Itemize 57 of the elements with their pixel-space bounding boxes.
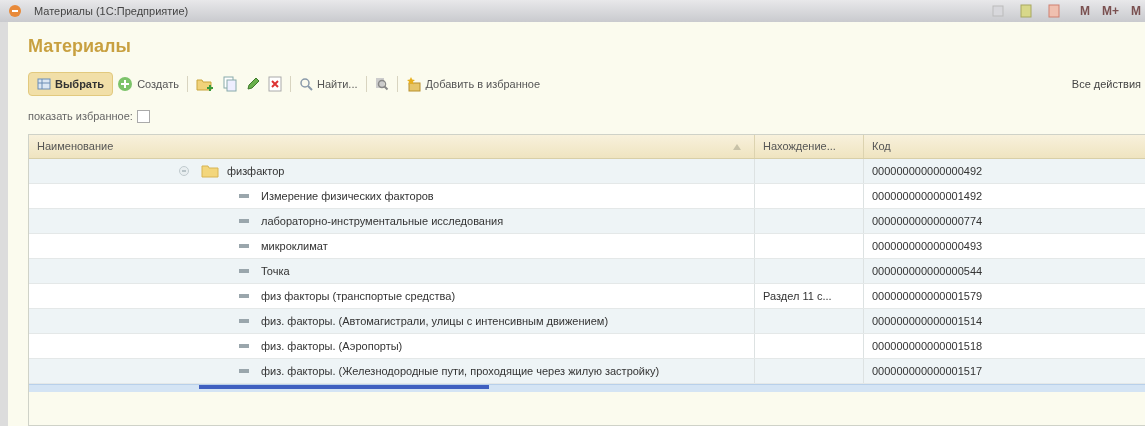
search-icon <box>374 77 389 91</box>
memory-button[interactable]: M+ <box>1102 2 1119 20</box>
code-cell-text: 000000000000001517 <box>872 363 983 379</box>
show-favorites-label: показать избранное: <box>28 108 133 124</box>
item-icon <box>239 194 249 198</box>
column-header[interactable]: Нахождение... <box>763 138 836 155</box>
item-icon <box>239 269 249 273</box>
name-cell-text: физ. факторы. (Аэропорты) <box>261 338 403 354</box>
all-actions-button[interactable]: Все действия <box>1071 75 1141 93</box>
pencil-icon <box>245 77 260 91</box>
add-to-favorites-button[interactable]: Добавить в избранное <box>401 72 545 96</box>
code-cell-text: 000000000000000493 <box>872 238 983 254</box>
memory-button[interactable]: M <box>1131 2 1141 20</box>
code-cell-text: 000000000000001492 <box>872 188 983 204</box>
name-cell-text: Точка <box>261 263 290 279</box>
code-cell-text: 000000000000000774 <box>872 213 983 229</box>
column-header[interactable]: Код <box>872 138 891 155</box>
folder-plus-icon <box>195 76 214 92</box>
location-cell-text: Раздел 11 с... <box>763 288 832 304</box>
name-cell-text: физ. факторы. (Автомагистрали, улицы с интенсивным движением) <box>261 313 609 329</box>
item-icon <box>239 219 249 223</box>
select-button[interactable]: Выбрать <box>28 72 114 96</box>
code-cell-text: 000000000000000544 <box>872 263 983 279</box>
name-cell-text: физ факторы (транспортые средства) <box>261 288 456 304</box>
code-cell-text: 000000000000000492 <box>872 163 983 179</box>
item-icon <box>239 369 249 373</box>
name-cell-text: микроклимат <box>261 238 328 254</box>
code-cell-text: 000000000000001518 <box>872 338 983 354</box>
star-folder-icon <box>405 76 422 92</box>
window-icon[interactable] <box>992 5 1004 17</box>
form-title: Материалы <box>28 35 132 58</box>
memory-button[interactable]: M <box>1080 2 1090 20</box>
search-icon <box>298 77 313 91</box>
plus-icon <box>117 76 134 92</box>
create-button[interactable]: Создать <box>113 72 183 96</box>
code-cell-text: 000000000000001514 <box>872 313 983 329</box>
copy-icon <box>221 76 238 92</box>
item-icon <box>239 319 249 323</box>
item-icon <box>239 294 249 298</box>
name-cell-text: физ. факторы. (Железнодородные пути, проходящие через жилую застройку) <box>261 363 660 379</box>
selected-row[interactable] <box>29 384 1145 392</box>
code-cell-text: 000000000000001579 <box>872 288 983 304</box>
find-button[interactable]: Найти... <box>294 72 362 96</box>
collapse-icon[interactable] <box>179 166 189 176</box>
app-logo-icon <box>8 4 22 18</box>
name-cell-text: Измерение физических факторов <box>261 188 434 204</box>
delete-icon <box>267 76 282 92</box>
name-cell-text: физфактор <box>227 163 285 179</box>
name-cell-text: лабораторно-инструментальные исследования <box>261 213 504 229</box>
show-favorites-checkbox[interactable] <box>136 109 150 123</box>
column-header[interactable]: Наименование <box>37 138 732 155</box>
item-icon <box>239 244 249 248</box>
table-icon <box>37 77 51 91</box>
item-icon <box>239 344 249 348</box>
sort-up-icon[interactable] <box>732 142 742 151</box>
window-title: Материалы (1С:Предприятие) <box>34 3 189 19</box>
folder-icon <box>201 164 219 178</box>
